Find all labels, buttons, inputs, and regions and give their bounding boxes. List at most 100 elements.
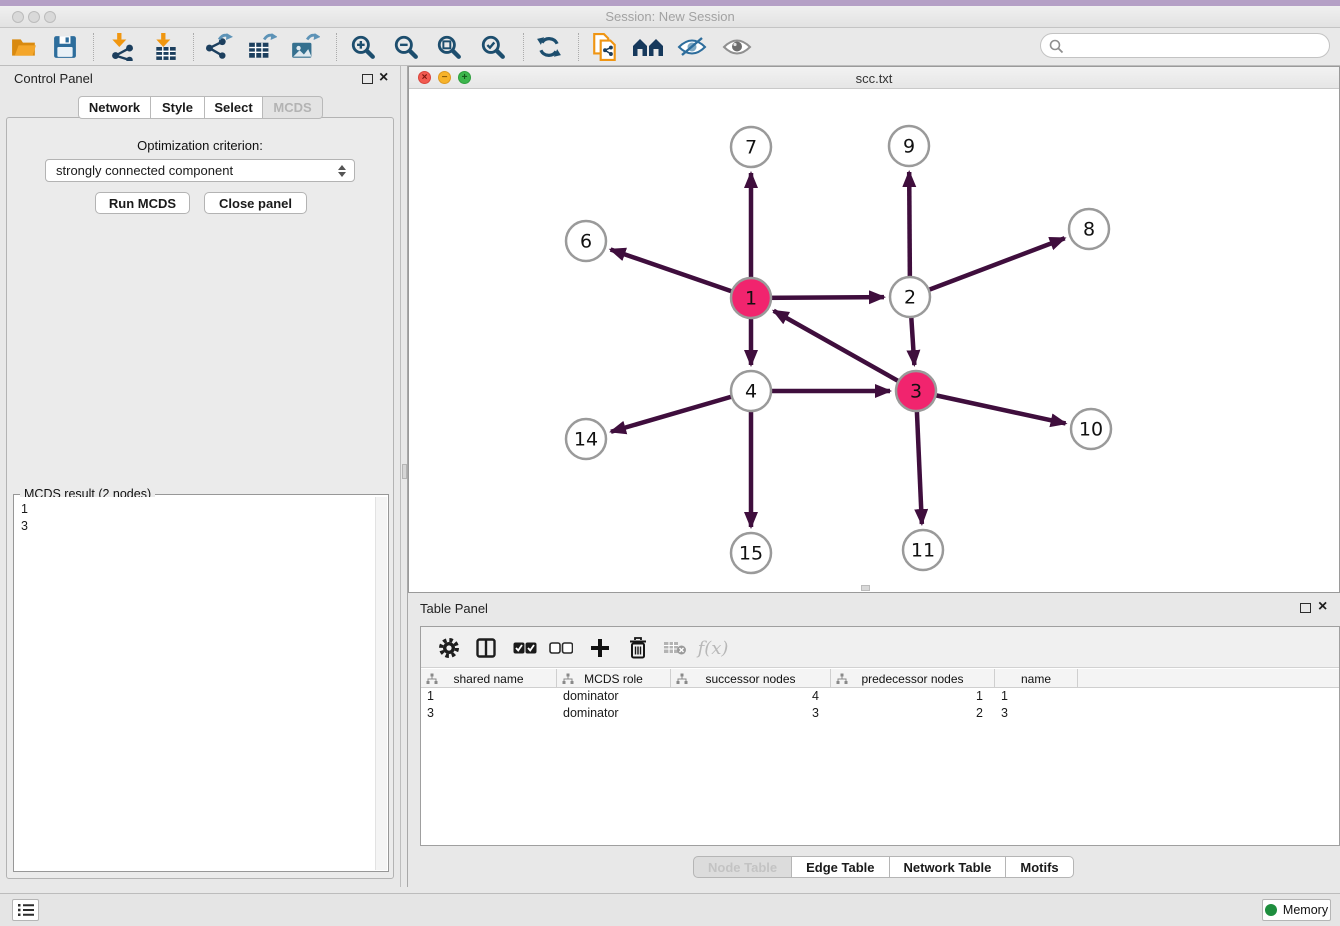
- zoom-in-button[interactable]: [345, 31, 381, 63]
- table-settings-button[interactable]: [433, 632, 465, 664]
- graph-node-10[interactable]: 10: [1071, 409, 1111, 449]
- column-header-mcds-role[interactable]: MCDS role: [557, 669, 671, 688]
- network-graph[interactable]: 7 9 6 8 1 2 4 3 14 10 15 11: [409, 89, 1339, 592]
- app-titlebar: Session: New Session: [0, 6, 1340, 28]
- tab-select[interactable]: Select: [205, 96, 263, 119]
- graph-node-6[interactable]: 6: [566, 221, 606, 261]
- network-file-icon: [592, 33, 618, 61]
- deselect-all-button[interactable]: [545, 632, 577, 664]
- column-header-shared-name[interactable]: shared name: [421, 669, 557, 688]
- save-session-button[interactable]: [47, 31, 83, 63]
- cell-name[interactable]: 1: [995, 688, 1078, 705]
- criterion-select[interactable]: strongly connected component: [45, 159, 355, 182]
- import-table-button[interactable]: [148, 31, 184, 63]
- mcds-panel: Optimization criterion: strongly connect…: [6, 117, 394, 879]
- cell-mcds-role[interactable]: dominator: [557, 688, 671, 705]
- column-tree-icon: [562, 673, 574, 685]
- function-builder-button[interactable]: f(x): [697, 632, 729, 664]
- cell-name[interactable]: 3: [995, 705, 1078, 722]
- column-header-successor-nodes[interactable]: successor nodes: [671, 669, 831, 688]
- open-session-button[interactable]: [6, 31, 42, 63]
- network-canvas[interactable]: 7 9 6 8 1 2 4 3 14 10 15 11: [409, 89, 1339, 592]
- graph-node-1[interactable]: 1: [731, 278, 771, 318]
- tab-style[interactable]: Style: [151, 96, 205, 119]
- graph-edge-3-10[interactable]: [916, 391, 1066, 423]
- graph-edge-2-8[interactable]: [910, 238, 1065, 297]
- graph-edge-3-1[interactable]: [774, 311, 916, 391]
- network-view-window: × − + scc.txt 7 9 6 8 1 2 4 3 14 10 15 11: [408, 66, 1340, 593]
- mcds-result-item[interactable]: 3: [21, 518, 369, 535]
- zoom-out-button[interactable]: [388, 31, 424, 63]
- tab-node-table[interactable]: Node Table: [693, 856, 792, 878]
- graph-edge-1-6[interactable]: [611, 249, 751, 298]
- task-history-button[interactable]: [12, 899, 39, 921]
- panel-divider[interactable]: [400, 66, 408, 887]
- tab-edge-table[interactable]: Edge Table: [792, 856, 889, 878]
- close-table-panel-icon[interactable]: ×: [1318, 597, 1327, 617]
- table-row[interactable]: 1 dominator 4 1 1: [421, 688, 1339, 705]
- cell-predecessor-nodes[interactable]: 2: [831, 705, 995, 722]
- graph-node-8[interactable]: 8: [1069, 209, 1109, 249]
- close-panel-button[interactable]: Close panel: [204, 192, 307, 214]
- export-image-button[interactable]: [287, 31, 323, 63]
- eye-icon: [722, 36, 752, 58]
- tab-network-table[interactable]: Network Table: [890, 856, 1007, 878]
- close-panel-icon[interactable]: ×: [379, 68, 388, 88]
- export-table-icon: [247, 33, 277, 61]
- cell-shared-name[interactable]: 3: [421, 705, 557, 722]
- graph-node-11[interactable]: 11: [903, 530, 943, 570]
- graph-node-15[interactable]: 15: [731, 533, 771, 573]
- cell-shared-name[interactable]: 1: [421, 688, 557, 705]
- tab-network[interactable]: Network: [78, 96, 151, 119]
- graph-node-2[interactable]: 2: [890, 277, 930, 317]
- graph-node-9[interactable]: 9: [889, 126, 929, 166]
- column-header-predecessor-nodes[interactable]: predecessor nodes: [831, 669, 995, 688]
- graph-edge-4-14[interactable]: [611, 391, 751, 432]
- float-table-panel-icon[interactable]: [1300, 603, 1311, 613]
- tab-mcds[interactable]: MCDS: [263, 96, 323, 119]
- run-mcds-button[interactable]: Run MCDS: [95, 192, 190, 214]
- add-row-button[interactable]: [584, 632, 616, 664]
- graph-node-4[interactable]: 4: [731, 371, 771, 411]
- cell-successor-nodes[interactable]: 3: [671, 705, 831, 722]
- hide-selected-button[interactable]: [674, 31, 710, 63]
- cell-predecessor-nodes[interactable]: 1: [831, 688, 995, 705]
- zoom-selected-button[interactable]: [475, 31, 511, 63]
- export-network-button[interactable]: [200, 31, 236, 63]
- houses-icon: [632, 35, 664, 59]
- result-scrollbar[interactable]: [375, 497, 387, 870]
- delete-row-button[interactable]: [622, 632, 654, 664]
- divider-handle[interactable]: [402, 464, 407, 479]
- memory-button[interactable]: Memory: [1262, 899, 1331, 921]
- mcds-result-list[interactable]: 1 3: [15, 497, 375, 870]
- delete-table-button[interactable]: [659, 632, 691, 664]
- import-network-button[interactable]: [104, 31, 140, 63]
- list-icon: [18, 903, 34, 917]
- control-panel-tabs: Network Style Select MCDS: [78, 96, 323, 119]
- export-table-button[interactable]: [244, 31, 280, 63]
- select-all-button[interactable]: [509, 632, 541, 664]
- search-input[interactable]: [1069, 35, 1319, 56]
- show-all-button[interactable]: [719, 31, 755, 63]
- graph-node-3[interactable]: 3: [896, 371, 936, 411]
- float-panel-icon[interactable]: [362, 74, 373, 84]
- first-neighbors-button[interactable]: [630, 31, 666, 63]
- table-row[interactable]: 3 dominator 3 2 3: [421, 705, 1339, 722]
- network-overview-button[interactable]: [587, 31, 623, 63]
- cell-mcds-role[interactable]: dominator: [557, 705, 671, 722]
- tab-motifs[interactable]: Motifs: [1006, 856, 1073, 878]
- column-header-name[interactable]: name: [995, 669, 1078, 688]
- zoom-fit-button[interactable]: [431, 31, 467, 63]
- select-stepper-icon: [335, 163, 348, 179]
- mcds-result-box: MCDS result (2 nodes) 1 3: [13, 494, 389, 872]
- toolbar-separator: [193, 33, 194, 61]
- network-window-titlebar[interactable]: × − + scc.txt: [409, 67, 1339, 89]
- canvas-resize-handle[interactable]: [861, 585, 870, 591]
- graph-node-7[interactable]: 7: [731, 127, 771, 167]
- show-columns-button[interactable]: [470, 632, 502, 664]
- svg-text:7: 7: [745, 137, 757, 159]
- graph-node-14[interactable]: 14: [566, 419, 606, 459]
- mcds-result-item[interactable]: 1: [21, 501, 369, 518]
- cell-successor-nodes[interactable]: 4: [671, 688, 831, 705]
- refresh-layout-button[interactable]: [531, 31, 567, 63]
